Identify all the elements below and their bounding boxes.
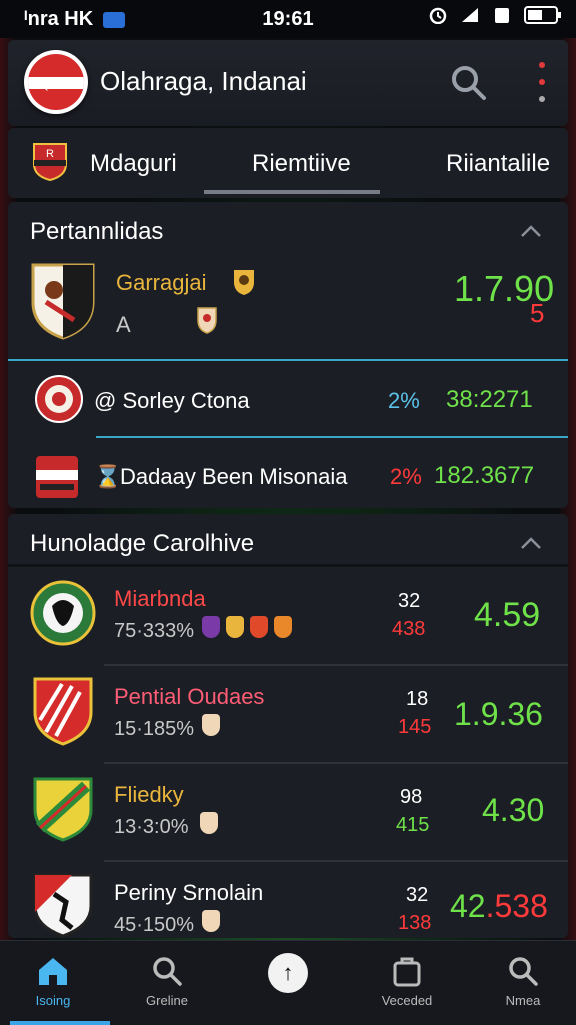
team-name: Fliedky [114,782,184,807]
status-right [428,6,561,24]
nav-label: Nmea [505,993,541,1008]
match-odds-decimal: .538 [485,888,548,924]
svg-text:R: R [46,148,54,160]
battery-icon [524,6,561,24]
row-divider [104,762,568,764]
mini-badge-icon [226,616,244,638]
mini-badge-icon [202,714,220,736]
back-button[interactable]: ← [24,50,88,114]
stat-bottom: 438 [392,618,426,640]
match-name: Dadaay Been Misonaia [120,464,348,489]
match-odds: 182.3677 [434,462,535,489]
mini-badge-icon [234,270,254,295]
row-divider [104,860,568,862]
team-crest-icon [35,375,83,423]
nav-label: Isoing [35,993,71,1008]
chevron-up-icon[interactable] [520,536,542,550]
page-title: Olahraga, Indanai [100,66,307,96]
search-icon[interactable] [448,62,488,102]
nav-item-veceded[interactable]: Veceded [362,955,452,1008]
nav-item-home[interactable]: Isoing [8,955,98,1008]
match-odds: 42.538 [450,888,548,925]
tab-mdaguri[interactable]: Mdaguri [90,150,177,178]
featured-odds-main: 1.7. [454,268,515,309]
home-icon [39,958,67,985]
team-pct: 75·333% [114,620,195,642]
nav-item-greline[interactable]: Greline [122,955,212,1008]
section-title: Pertannlidas [30,218,164,245]
alarm-icon [429,7,447,24]
club-crest-icon: R [33,143,67,182]
match-odds: 4.30 [482,792,545,828]
team-crest-icon [30,580,96,646]
section-title: Hunoladge Carolhive [30,530,255,557]
mini-badges [202,616,292,638]
team-crest-icon [33,873,93,938]
bag-icon [393,957,421,987]
row-separator [96,436,568,438]
stat-bottom: 138 [398,912,432,934]
stat-top: 32 [406,884,429,906]
nav-label: Veceded [381,993,433,1008]
back-arrow-icon: ← [28,54,84,110]
row-separator [8,359,568,361]
app-header: ← Olahraga, Indanai [8,40,568,126]
team-name: Garragjai [116,270,207,295]
match-odds: 1.9.36 [454,696,543,732]
pick-icon[interactable]: ↑ [268,953,308,993]
tab-bar: R Mdaguri Riemtiive Riiantalile [8,128,568,198]
match-pct: 2% [390,464,422,489]
stat-top: 18 [406,688,429,710]
team-name: Miarbnda [114,586,206,611]
team-pct: 13·3:0% [114,816,189,838]
mini-badge-icon [250,616,268,638]
stat-top: 32 [398,590,421,612]
nav-item-nmea[interactable]: Nmea [478,955,568,1008]
mini-badge-icon [202,616,220,638]
match-odds: 4.59 [474,596,541,634]
active-nav-indicator [10,1021,110,1025]
mini-badge-icon [274,616,292,638]
team-name: Periny Srnolain [114,880,264,905]
stat-bottom: 145 [398,716,432,738]
stat-bottom: 415 [396,814,430,836]
match-odds-main: 42 [450,888,486,924]
team-name: Pential Oudaes [114,684,265,709]
signal-icon [462,8,478,22]
team-subtext: A [116,312,131,337]
tab-riemtiive[interactable]: Riemtiive [252,150,351,178]
mini-badge-icon [202,910,220,932]
status-bar: ᴵnra HK 19:61 [0,0,576,38]
match-odds: 38:2271 [446,386,533,413]
team-crest-icon [33,677,93,746]
team-crest-icon [36,456,78,498]
active-tab-indicator [204,190,380,194]
more-options-icon[interactable] [534,62,550,102]
mini-badge-icon [197,307,217,334]
team-pct: 15·185% [114,718,195,740]
team-crest-icon [33,777,93,842]
match-name: @ Sorley Ctona [94,388,250,413]
sd-card-icon [495,8,509,23]
section-featured: Pertannlidas Garragjai A 1.7.90 5 @ Sorl… [8,202,568,508]
hourglass-icon: ⌛ [94,464,122,489]
row-divider [104,664,568,666]
section-matches: Hunoladge Carolhive Miarbnda 75·333% 32 … [8,514,568,938]
team-crest-icon [31,263,95,340]
tab-riiantalile[interactable]: Riiantalile [446,150,550,178]
team-pct: 45·150% [114,914,195,936]
section-divider [8,564,568,567]
mini-badge-icon [200,812,218,834]
chevron-up-icon[interactable] [520,224,542,238]
stat-top: 98 [400,786,423,808]
bottom-nav: Isoing Greline ↑ Veceded Nmea [0,940,576,1025]
search-icon [509,957,538,986]
match-pct: 2% [388,388,420,413]
search-icon [153,957,182,986]
featured-odds-change: 5 [530,298,545,328]
nav-label: Greline [146,993,188,1008]
